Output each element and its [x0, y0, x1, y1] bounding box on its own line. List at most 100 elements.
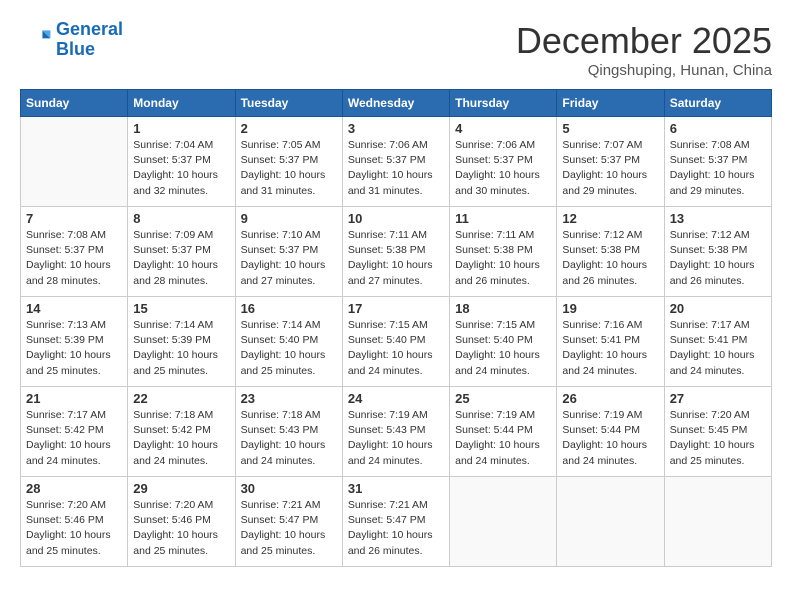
day-cell: 14 Sunrise: 7:13 AM Sunset: 5:39 PM Dayli… — [21, 297, 128, 387]
day-cell: 5 Sunrise: 7:07 AM Sunset: 5:37 PM Daylig… — [557, 117, 664, 207]
week-row-4: 21Sunrise: 7:17 AM Sunset: 5:42 PM Dayli… — [21, 387, 772, 477]
day-info: Sunrise: 7:14 AM Sunset: 5:39 PM Dayligh… — [133, 318, 229, 379]
day-cell — [557, 477, 664, 567]
day-cell: 23Sunrise: 7:18 AM Sunset: 5:43 PM Dayli… — [235, 387, 342, 477]
location-subtitle: Qingshuping, Hunan, China — [516, 62, 772, 79]
day-number: 12 — [562, 211, 658, 226]
day-cell: 12 Sunrise: 7:12 AM Sunset: 5:38 PM Dayli… — [557, 207, 664, 297]
day-info: Sunrise: 7:12 AM Sunset: 5:38 PM Dayligh… — [562, 228, 658, 289]
day-number: 4 — [455, 121, 551, 136]
day-info: Sunrise: 7:20 AM Sunset: 5:45 PM Dayligh… — [670, 408, 766, 469]
header-cell-monday: Monday — [128, 90, 235, 117]
day-number: 13 — [670, 211, 766, 226]
day-cell: 29Sunrise: 7:20 AM Sunset: 5:46 PM Dayli… — [128, 477, 235, 567]
day-number: 9 — [241, 211, 337, 226]
day-number: 26 — [562, 391, 658, 406]
day-number: 19 — [562, 301, 658, 316]
header-cell-thursday: Thursday — [450, 90, 557, 117]
day-cell — [450, 477, 557, 567]
day-info: Sunrise: 7:09 AM Sunset: 5:37 PM Dayligh… — [133, 228, 229, 289]
logo-line1: General — [56, 19, 123, 39]
day-cell: 4 Sunrise: 7:06 AM Sunset: 5:37 PM Daylig… — [450, 117, 557, 207]
day-info: Sunrise: 7:19 AM Sunset: 5:44 PM Dayligh… — [455, 408, 551, 469]
day-info: Sunrise: 7:20 AM Sunset: 5:46 PM Dayligh… — [26, 498, 122, 559]
month-title: December 2025 — [516, 20, 772, 62]
day-number: 30 — [241, 481, 337, 496]
day-number: 15 — [133, 301, 229, 316]
day-cell: 11Sunrise: 7:11 AM Sunset: 5:38 PM Dayli… — [450, 207, 557, 297]
day-number: 25 — [455, 391, 551, 406]
title-block: December 2025 Qingshuping, Hunan, China — [516, 20, 772, 79]
header-cell-friday: Friday — [557, 90, 664, 117]
day-info: Sunrise: 7:19 AM Sunset: 5:43 PM Dayligh… — [348, 408, 444, 469]
day-number: 5 — [562, 121, 658, 136]
day-number: 21 — [26, 391, 122, 406]
day-cell: 10 Sunrise: 7:11 AM Sunset: 5:38 PM Dayli… — [342, 207, 449, 297]
day-info: Sunrise: 7:06 AM Sunset: 5:37 PM Dayligh… — [348, 138, 444, 199]
week-row-2: 7Sunrise: 7:08 AM Sunset: 5:37 PM Daylig… — [21, 207, 772, 297]
day-cell: 16 Sunrise: 7:14 AM Sunset: 5:40 PM Dayli… — [235, 297, 342, 387]
day-cell: 18Sunrise: 7:15 AM Sunset: 5:40 PM Dayli… — [450, 297, 557, 387]
day-info: Sunrise: 7:08 AM Sunset: 5:37 PM Dayligh… — [670, 138, 766, 199]
week-row-5: 28Sunrise: 7:20 AM Sunset: 5:46 PM Dayli… — [21, 477, 772, 567]
day-cell: 21Sunrise: 7:17 AM Sunset: 5:42 PM Dayli… — [21, 387, 128, 477]
header-cell-sunday: Sunday — [21, 90, 128, 117]
day-cell — [664, 477, 771, 567]
day-info: Sunrise: 7:10 AM Sunset: 5:37 PM Dayligh… — [241, 228, 337, 289]
day-info: Sunrise: 7:15 AM Sunset: 5:40 PM Dayligh… — [348, 318, 444, 379]
logo-text: General Blue — [56, 20, 123, 60]
day-number: 3 — [348, 121, 444, 136]
day-cell: 7Sunrise: 7:08 AM Sunset: 5:37 PM Daylig… — [21, 207, 128, 297]
day-number: 14 — [26, 301, 122, 316]
day-cell: 31 Sunrise: 7:21 AM Sunset: 5:47 PM Dayli… — [342, 477, 449, 567]
header-cell-tuesday: Tuesday — [235, 90, 342, 117]
logo-icon — [20, 24, 52, 56]
day-info: Sunrise: 7:04 AM Sunset: 5:37 PM Dayligh… — [133, 138, 229, 199]
day-number: 10 — [348, 211, 444, 226]
day-cell: 22Sunrise: 7:18 AM Sunset: 5:42 PM Dayli… — [128, 387, 235, 477]
week-row-1: 1 Sunrise: 7:04 AM Sunset: 5:37 PM Daylig… — [21, 117, 772, 207]
day-info: Sunrise: 7:14 AM Sunset: 5:40 PM Dayligh… — [241, 318, 337, 379]
day-cell: 2Sunrise: 7:05 AM Sunset: 5:37 PM Daylig… — [235, 117, 342, 207]
day-info: Sunrise: 7:11 AM Sunset: 5:38 PM Dayligh… — [455, 228, 551, 289]
day-number: 1 — [133, 121, 229, 136]
day-cell: 9 Sunrise: 7:10 AM Sunset: 5:37 PM Daylig… — [235, 207, 342, 297]
day-cell: 30 Sunrise: 7:21 AM Sunset: 5:47 PM Dayli… — [235, 477, 342, 567]
day-cell: 6 Sunrise: 7:08 AM Sunset: 5:37 PM Daylig… — [664, 117, 771, 207]
day-number: 17 — [348, 301, 444, 316]
day-number: 16 — [241, 301, 337, 316]
day-number: 18 — [455, 301, 551, 316]
day-number: 8 — [133, 211, 229, 226]
day-cell: 17 Sunrise: 7:15 AM Sunset: 5:40 PM Dayli… — [342, 297, 449, 387]
day-number: 31 — [348, 481, 444, 496]
day-cell: 13 Sunrise: 7:12 AM Sunset: 5:38 PM Dayli… — [664, 207, 771, 297]
day-info: Sunrise: 7:07 AM Sunset: 5:37 PM Dayligh… — [562, 138, 658, 199]
day-cell — [21, 117, 128, 207]
day-cell: 19 Sunrise: 7:16 AM Sunset: 5:41 PM Dayli… — [557, 297, 664, 387]
day-info: Sunrise: 7:06 AM Sunset: 5:37 PM Dayligh… — [455, 138, 551, 199]
day-cell: 3 Sunrise: 7:06 AM Sunset: 5:37 PM Daylig… — [342, 117, 449, 207]
day-info: Sunrise: 7:12 AM Sunset: 5:38 PM Dayligh… — [670, 228, 766, 289]
day-info: Sunrise: 7:13 AM Sunset: 5:39 PM Dayligh… — [26, 318, 122, 379]
day-info: Sunrise: 7:18 AM Sunset: 5:43 PM Dayligh… — [241, 408, 337, 469]
logo-line2: Blue — [56, 39, 95, 59]
calendar-header-row: SundayMondayTuesdayWednesdayThursdayFrid… — [21, 90, 772, 117]
day-info: Sunrise: 7:16 AM Sunset: 5:41 PM Dayligh… — [562, 318, 658, 379]
day-info: Sunrise: 7:21 AM Sunset: 5:47 PM Dayligh… — [241, 498, 337, 559]
day-number: 20 — [670, 301, 766, 316]
page-header: General Blue December 2025 Qingshuping, … — [20, 20, 772, 79]
day-cell: 28Sunrise: 7:20 AM Sunset: 5:46 PM Dayli… — [21, 477, 128, 567]
week-row-3: 14 Sunrise: 7:13 AM Sunset: 5:39 PM Dayli… — [21, 297, 772, 387]
day-info: Sunrise: 7:20 AM Sunset: 5:46 PM Dayligh… — [133, 498, 229, 559]
day-info: Sunrise: 7:11 AM Sunset: 5:38 PM Dayligh… — [348, 228, 444, 289]
logo: General Blue — [20, 20, 123, 60]
day-cell: 27Sunrise: 7:20 AM Sunset: 5:45 PM Dayli… — [664, 387, 771, 477]
day-info: Sunrise: 7:17 AM Sunset: 5:41 PM Dayligh… — [670, 318, 766, 379]
header-cell-wednesday: Wednesday — [342, 90, 449, 117]
day-number: 24 — [348, 391, 444, 406]
day-cell: 1 Sunrise: 7:04 AM Sunset: 5:37 PM Daylig… — [128, 117, 235, 207]
day-cell: 26Sunrise: 7:19 AM Sunset: 5:44 PM Dayli… — [557, 387, 664, 477]
day-number: 6 — [670, 121, 766, 136]
day-cell: 8 Sunrise: 7:09 AM Sunset: 5:37 PM Daylig… — [128, 207, 235, 297]
day-info: Sunrise: 7:21 AM Sunset: 5:47 PM Dayligh… — [348, 498, 444, 559]
